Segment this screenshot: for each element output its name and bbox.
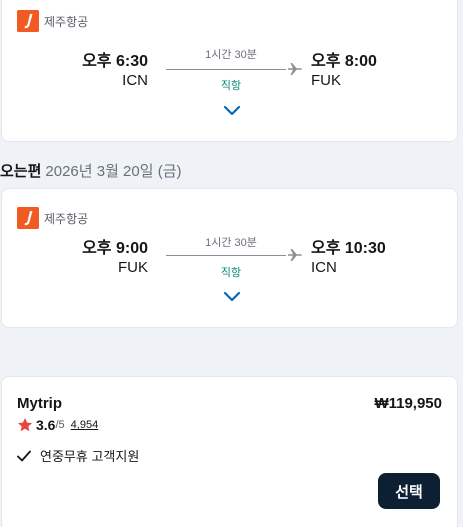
return-flight-header: 오는편 2026년 3월 20일 (금): [0, 160, 182, 181]
arrival-time: 오후 10:30: [311, 240, 386, 257]
return-label: 오는편: [0, 163, 42, 180]
chevron-down-icon[interactable]: [223, 105, 241, 117]
feature-item: 연중무휴 고객지원: [17, 446, 139, 465]
airline: 제주항공: [17, 207, 88, 229]
arrival-time: 오후 8:00: [311, 53, 377, 70]
airline: 제주항공: [17, 10, 88, 32]
airplane-icon: [288, 63, 302, 75]
airplane-icon: [288, 249, 302, 261]
review-count-link[interactable]: 4,954: [71, 419, 99, 431]
feature-label: 연중무휴 고객지원: [40, 449, 140, 464]
rating-max: /5: [55, 419, 65, 431]
route-line: [166, 255, 286, 256]
departure-time: 오후 9:00: [82, 240, 148, 257]
airline-name: 제주항공: [44, 14, 89, 29]
select-button[interactable]: 선택: [378, 473, 440, 509]
jeju-air-logo-icon: [17, 10, 39, 32]
arrival-airport: FUK: [311, 72, 341, 89]
departure-airport: FUK: [118, 259, 148, 276]
provider-rating: 3.6 /5 4,954: [17, 417, 98, 433]
return-date: 2026년 3월 20일 (금): [45, 163, 182, 180]
checkmark-icon: [17, 450, 31, 461]
chevron-down-icon[interactable]: [223, 291, 241, 303]
airline-name: 제주항공: [44, 211, 89, 226]
jeju-air-logo-icon: [17, 207, 39, 229]
provider-name: Mytrip: [17, 395, 62, 412]
flight-duration: 1시간 30분: [205, 237, 257, 249]
booking-offer-card: Mytrip ₩119,950 3.6 /5 4,954 연중무휴 고객지원 선…: [1, 376, 458, 527]
nonstop-label: 직항: [220, 267, 242, 279]
rating-score: 3.6: [36, 417, 56, 433]
offer-price: ₩119,950: [374, 395, 442, 412]
route-line: [166, 69, 286, 70]
flight-duration: 1시간 30분: [205, 49, 257, 61]
star-icon: [18, 418, 32, 432]
departure-airport: ICN: [122, 72, 148, 89]
departure-time: 오후 6:30: [82, 53, 148, 70]
nonstop-label: 직항: [220, 80, 242, 92]
arrival-airport: ICN: [311, 259, 337, 276]
return-flight-card[interactable]: 제주항공 오후 9:00 FUK 1시간 30분 직항 오후 10:30 ICN: [1, 188, 458, 328]
outbound-flight-card[interactable]: 제주항공 오후 6:30 ICN 1시간 30분 직항 오후 8:00 FUK: [1, 0, 458, 142]
